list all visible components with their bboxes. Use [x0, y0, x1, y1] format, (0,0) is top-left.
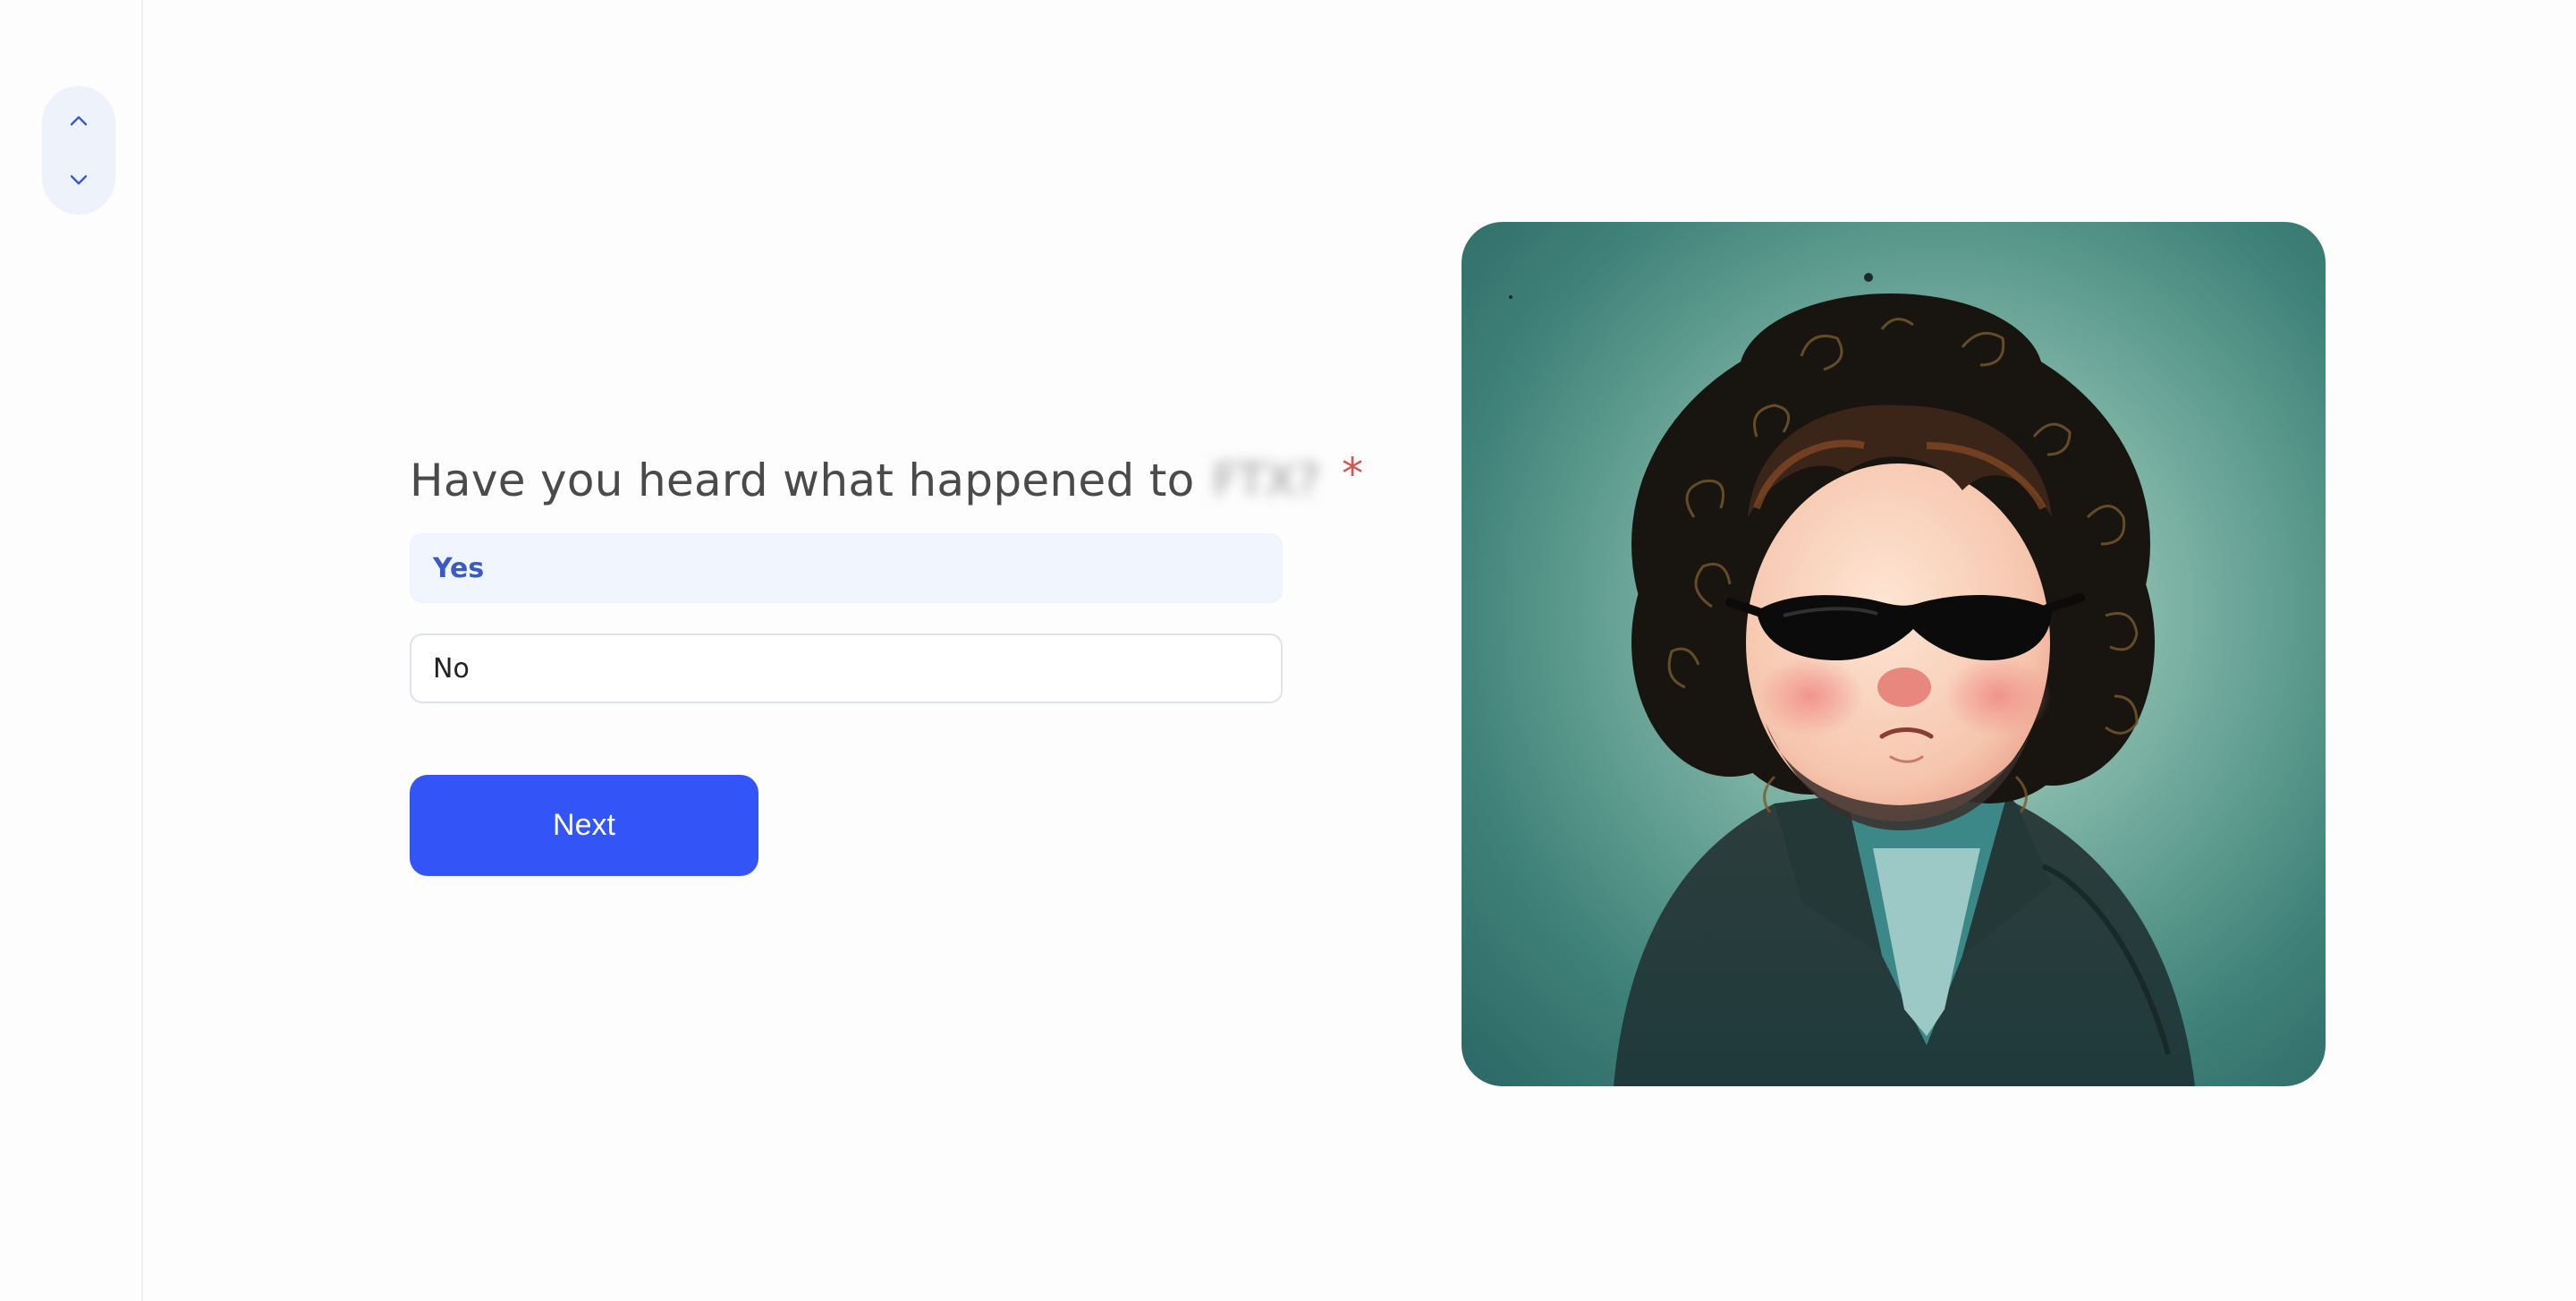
option-yes[interactable]: Yes [410, 533, 1283, 603]
next-question-nav-button[interactable] [52, 157, 106, 203]
option-label: No [433, 652, 470, 685]
question-block: Have you heard what happened to FTX? * Ye… [410, 438, 1363, 876]
survey-page: Have you heard what happened to FTX? * Ye… [0, 0, 2576, 1301]
previous-question-button[interactable] [52, 98, 106, 144]
question-navigation [42, 86, 115, 215]
cartoon-portrait-image [1462, 222, 2326, 1086]
side-rail [0, 0, 143, 1301]
question-text: Have you heard what happened to [410, 455, 1195, 506]
required-marker: * [1342, 449, 1364, 499]
option-label: Yes [433, 552, 485, 584]
answer-options: Yes No [410, 533, 1286, 703]
redacted-text: FTX? [1212, 455, 1321, 506]
next-button[interactable]: Next [410, 775, 758, 876]
chevron-up-icon [70, 116, 88, 126]
chevron-down-icon [70, 174, 88, 184]
option-no[interactable]: No [410, 633, 1283, 703]
question-title: Have you heard what happened to FTX? * [410, 438, 1363, 510]
